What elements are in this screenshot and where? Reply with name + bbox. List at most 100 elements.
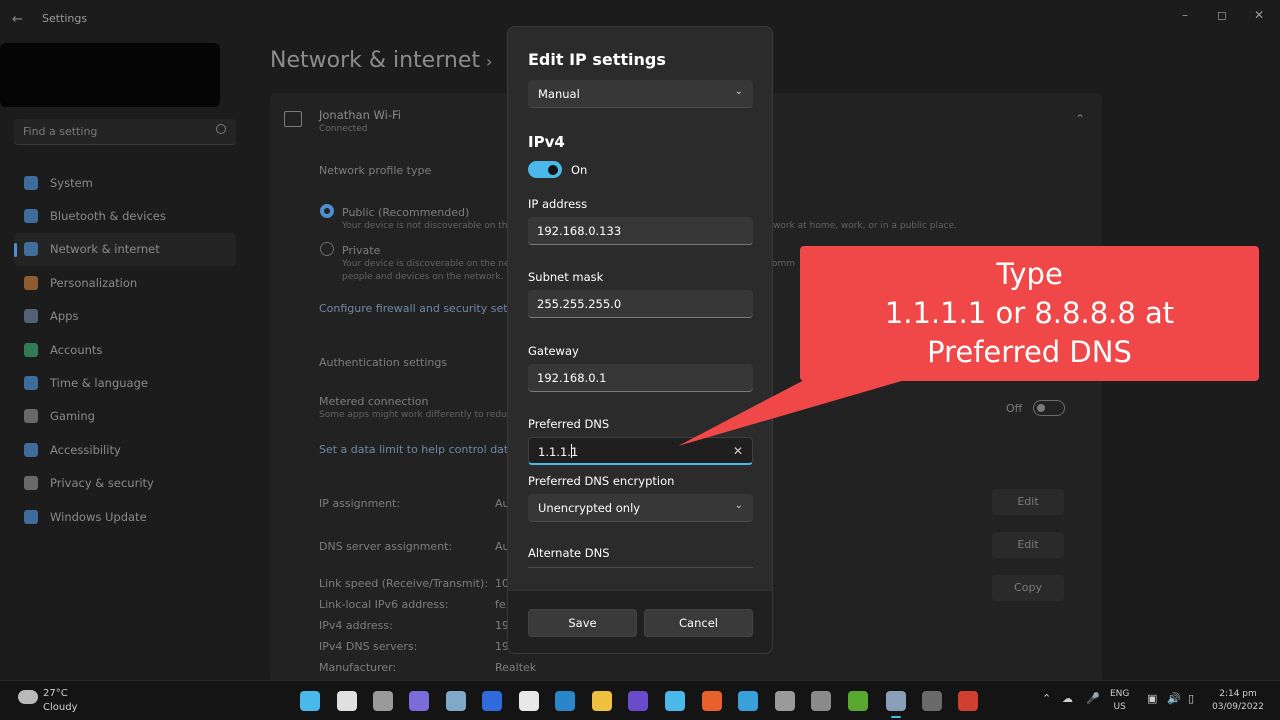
ipv4-label: IPv4 address: (319, 619, 393, 632)
preferred-dns-field[interactable]: 1.1.1.1 ✕ (528, 437, 753, 465)
dns-assignment-label: DNS server assignment: (319, 540, 453, 553)
store-icon[interactable] (519, 691, 539, 711)
edit-ip-dialog: Edit IP settings Manual ⌄ IPv4 On IP add… (507, 26, 773, 654)
apps-icon (24, 309, 38, 324)
clock-date: 03/09/2022 (1212, 702, 1264, 712)
back-arrow-icon[interactable]: ← (12, 12, 28, 28)
sidebar-item[interactable]: Apps (14, 300, 236, 333)
account-card[interactable] (0, 43, 220, 107)
search-input[interactable]: Find a setting (14, 119, 236, 145)
edit-ip-button[interactable]: Edit (992, 489, 1064, 515)
window-title: Settings (42, 12, 88, 25)
sidebar-item-label: Accessibility (50, 442, 121, 457)
cloud-icon[interactable] (18, 690, 38, 704)
sidebar-nav: System Bluetooth & devices Network & inter… (14, 166, 236, 533)
breadcrumb-chevron-icon: › (486, 52, 493, 71)
notepad-icon[interactable] (665, 691, 685, 711)
subnet-mask-field[interactable]: 255.255.255.0 (528, 290, 753, 318)
gateway-label: Gateway (528, 344, 579, 358)
sidebar-item[interactable]: Accounts (14, 333, 236, 366)
ip-address-field[interactable]: 192.168.0.133 (528, 217, 753, 245)
alternate-dns-label: Alternate DNS (528, 546, 610, 560)
manufacturer-label: Manufacturer: (319, 661, 397, 674)
brave-icon[interactable] (702, 691, 722, 711)
ipv4-toggle[interactable] (528, 161, 562, 178)
private-radio[interactable] (320, 242, 334, 256)
settings-icon[interactable] (886, 691, 906, 718)
weather-condition[interactable]: Cloudy (43, 702, 77, 713)
sidebar-item-label: Bluetooth & devices (50, 209, 166, 224)
metered-toggle[interactable] (1033, 400, 1065, 416)
ip-mode-dropdown[interactable]: Manual ⌄ (528, 80, 753, 108)
ipv4-toggle-label: On (571, 163, 588, 177)
photos-icon[interactable] (446, 691, 466, 711)
onedrive-icon[interactable]: ☁ (1062, 692, 1073, 705)
dns-encryption-label: Preferred DNS encryption (528, 474, 675, 488)
chat-icon[interactable] (409, 691, 429, 711)
obs-icon[interactable] (775, 691, 795, 711)
ipv6-label: Link-local IPv6 address: (319, 598, 449, 611)
display-icon[interactable]: ▣ (1147, 692, 1157, 705)
maximize-icon[interactable]: ◻ (1207, 6, 1237, 24)
speaker-icon[interactable]: 🔊 (1167, 692, 1181, 705)
data-limit-link[interactable]: Set a data limit to help control data u (319, 443, 525, 456)
edit-dns-button[interactable]: Edit (992, 532, 1064, 558)
save-button[interactable]: Save (528, 609, 637, 637)
sidebar-item[interactable]: Bluetooth & devices (14, 199, 236, 232)
bluetooth-icon (24, 209, 38, 224)
sidebar-item[interactable]: Gaming (14, 400, 236, 433)
sidebar-item[interactable]: Windows Update (14, 500, 236, 533)
callout-line-3: Preferred DNS (927, 335, 1132, 369)
copy-button[interactable]: Copy (992, 575, 1064, 601)
accessibility-icon (24, 442, 38, 457)
windows-start-icon[interactable] (300, 691, 320, 711)
sidebar-item[interactable]: Privacy & security (14, 467, 236, 500)
chevron-up-icon[interactable]: ⌃ (1042, 692, 1051, 705)
ip-assignment-label: IP assignment: (319, 497, 401, 510)
sidebar-item[interactable]: Accessibility (14, 433, 236, 466)
minimize-icon[interactable]: – (1170, 6, 1200, 24)
firewall-link[interactable]: Configure firewall and security setti (319, 302, 515, 315)
sidebar-item[interactable]: Network & internet (14, 232, 236, 267)
terminal-icon[interactable] (922, 691, 942, 711)
public-radio[interactable] (320, 204, 334, 218)
close-icon[interactable]: ✕ (1244, 6, 1274, 24)
auth-settings[interactable]: Authentication settings (319, 356, 447, 369)
calculator-icon[interactable] (811, 691, 831, 711)
clock[interactable]: 2:14 pm 03/09/2022 (1212, 688, 1264, 714)
cancel-button[interactable]: Cancel (644, 609, 753, 637)
sidebar-item-label: Network & internet (50, 242, 160, 257)
search-icon[interactable] (337, 691, 357, 711)
task-view-icon[interactable] (373, 691, 393, 711)
ip-icon[interactable] (482, 691, 502, 711)
gateway-field[interactable]: 192.168.0.1 (528, 364, 753, 392)
camtasia-icon[interactable] (848, 691, 868, 711)
recorder-icon[interactable] (958, 691, 978, 711)
screen: ← Settings – ◻ ✕ Find a setting System Bl… (0, 0, 1280, 720)
clear-icon[interactable]: ✕ (733, 444, 743, 458)
language-indicator[interactable]: ENG US (1110, 688, 1129, 714)
sidebar-item[interactable]: System (14, 166, 236, 199)
metered-desc: Some apps might work differently to redu (319, 410, 507, 420)
alternate-dns-field[interactable] (528, 567, 753, 568)
microphone-icon[interactable]: 🎤 (1086, 692, 1100, 705)
ipv4-heading: IPv4 (528, 133, 565, 151)
metered-label: Metered connection (319, 395, 429, 408)
sidebar-item[interactable]: Personalization (14, 266, 236, 299)
taskbar: 27°C Cloudy ⌃ ☁ 🎤 ENG US ▣ 🔊 ▯ 2:14 pm 0… (0, 680, 1280, 720)
callout-line-2: 1.1.1.1 or 8.8.8.8 at (884, 296, 1175, 330)
private-desc-right: omm (772, 259, 796, 269)
chevron-up-icon[interactable]: ⌃ (1075, 112, 1085, 126)
weather-temp[interactable]: 27°C (43, 688, 68, 699)
folder-icon[interactable] (592, 691, 612, 711)
dns-encryption-dropdown[interactable]: Unencrypted only ⌄ (528, 494, 753, 522)
link-speed-label: Link speed (Receive/Transmit): (319, 577, 488, 590)
private-desc: Your device is discoverable on the ne (342, 259, 510, 269)
search-icon (216, 124, 226, 134)
photoshop-icon[interactable] (555, 691, 575, 711)
sidebar-item[interactable]: Time & language (14, 366, 236, 399)
app-icon[interactable] (738, 691, 758, 711)
battery-icon[interactable]: ▯ (1188, 692, 1194, 705)
ip-mode-value: Manual (538, 87, 580, 101)
premiere-icon[interactable] (628, 691, 648, 711)
